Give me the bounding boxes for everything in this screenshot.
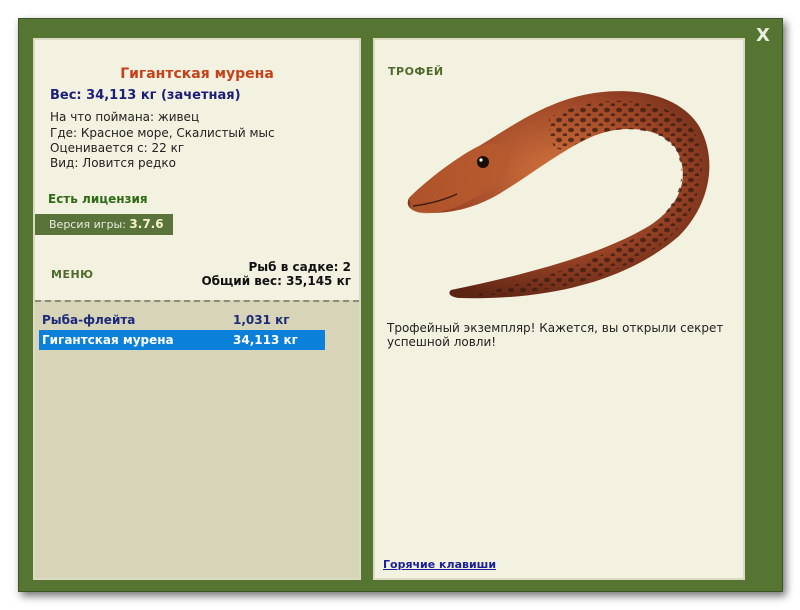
fish-count: Рыб в садке: 2 <box>248 260 352 274</box>
version-value: 3.7.6 <box>129 217 164 231</box>
catch-row-1[interactable]: Гигантская мурена 34,113 кг <box>39 330 325 350</box>
moray-eel-image <box>407 91 710 299</box>
rarity-info: Вид: Ловится редко <box>50 156 176 170</box>
left-panel: Гигантская мурена Вес: 34,113 кг (зачетн… <box>33 38 361 580</box>
catch-name: Гигантская мурена <box>42 333 174 347</box>
right-panel: ТРОФЕЙ Трофейный экземпляр! Кажется, вы … <box>373 38 745 580</box>
location-info: Где: Красное море, Скалистый мыс <box>50 126 275 140</box>
version-badge: Версия игры: 3.7.6 <box>35 214 173 235</box>
catch-weight: 1,031 кг <box>233 313 290 327</box>
total-weight: Общий вес: 35,145 кг <box>201 274 351 288</box>
trophy-description: Трофейный экземпляр! Кажется, вы открыли… <box>387 321 724 349</box>
menu-title[interactable]: МЕНЮ <box>51 268 94 281</box>
fish-info-area: Гигантская мурена Вес: 34,113 кг (зачетн… <box>35 40 359 300</box>
fish-weight: Вес: 34,113 кг (зачетная) <box>50 88 241 103</box>
license-status: Есть лицензия <box>48 192 148 206</box>
catch-name: Рыба-флейта <box>42 313 136 327</box>
catch-weight: 34,113 кг <box>233 333 298 347</box>
catch-row-0[interactable]: Рыба-флейта 1,031 кг <box>39 310 325 330</box>
keepnet-stats: Рыб в садке: 2 Общий вес: 35,145 кг <box>201 260 351 288</box>
version-label: Версия игры: <box>49 218 126 231</box>
divider <box>35 300 359 302</box>
min-weight-info: Оценивается с: 22 кг <box>50 141 185 155</box>
fish-name: Гигантская мурена <box>120 66 274 82</box>
hotkeys-link[interactable]: Горячие клавиши <box>383 558 496 571</box>
close-button[interactable]: X <box>753 26 773 46</box>
bait-info: На что поймана: живец <box>50 110 200 124</box>
